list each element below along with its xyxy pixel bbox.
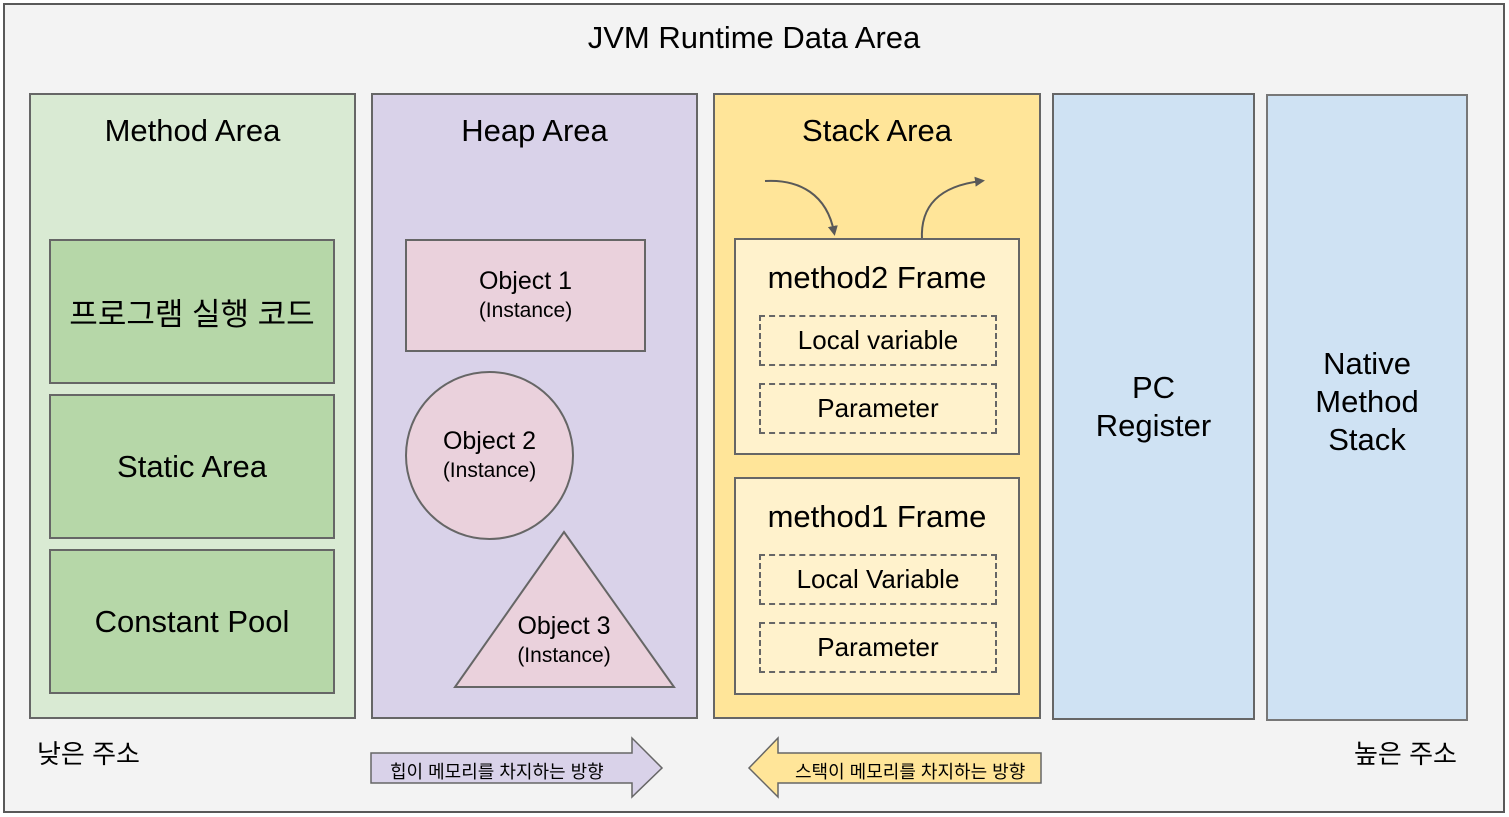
low-address-label: 낮은 주소: [37, 739, 140, 769]
method1-frame-title: method1 Frame: [767, 499, 987, 534]
object-1-rectangle: Object 1 (Instance): [405, 239, 646, 352]
object-2-sub: (Instance): [442, 458, 537, 482]
native-label-1: Native: [1323, 345, 1411, 381]
high-address-label: 높은 주소: [1354, 739, 1457, 769]
object-3-sub: (Instance): [517, 644, 611, 667]
native-method-stack: Native Method Stack: [1266, 94, 1468, 721]
method1-parameter-label: Parameter: [817, 632, 939, 662]
method1-local-variable: Local Variable: [759, 554, 997, 605]
heap-direction-label: 힙이 메모리를 차지하는 방향: [390, 762, 604, 782]
stack-direction-label: 스택이 메모리를 차지하는 방향: [795, 762, 1026, 782]
method1-frame: method1 Frame Local Variable Parameter: [734, 477, 1020, 695]
method2-parameter: Parameter: [759, 383, 997, 434]
method2-frame-title: method2 Frame: [767, 260, 987, 295]
diagram-title: JVM Runtime Data Area: [587, 20, 921, 55]
method2-local-variable-label: Local variable: [797, 325, 959, 355]
program-code-box: 프로그램 실행 코드: [49, 239, 335, 384]
static-area-box: Static Area: [49, 394, 335, 539]
stack-area-title: Stack Area: [802, 113, 952, 148]
push-arrow-icon: [764, 179, 838, 236]
method2-local-variable: Local variable: [759, 315, 997, 366]
constant-pool-box: Constant Pool: [49, 549, 335, 694]
method-area-title: Method Area: [104, 113, 281, 148]
push-pop-arrows: [764, 176, 985, 241]
object-3-label: Object 3: [517, 612, 611, 640]
object-2-circle: Object 2 (Instance): [405, 371, 574, 540]
method1-parameter: Parameter: [759, 622, 997, 673]
native-label-2: Method: [1315, 383, 1419, 419]
object-1-sub: (Instance): [478, 298, 573, 322]
pc-register: PC Register: [1052, 93, 1255, 720]
program-code-label: 프로그램 실행 코드: [69, 297, 315, 332]
constant-pool-label: Constant Pool: [94, 603, 290, 639]
static-area-label: Static Area: [117, 448, 267, 484]
object-3-text: Object 3 (Instance): [464, 612, 664, 670]
pc-register-label-2: Register: [1095, 407, 1212, 443]
pop-arrow-icon: [920, 176, 985, 241]
method2-parameter-label: Parameter: [817, 393, 939, 423]
method2-frame: method2 Frame Local variable Parameter: [734, 238, 1020, 455]
native-label-3: Stack: [1328, 421, 1406, 457]
object-2-label: Object 2: [442, 426, 537, 455]
pc-register-label-1: PC: [1131, 369, 1176, 405]
method1-local-variable-label: Local Variable: [796, 564, 960, 594]
heap-area-title: Heap Area: [461, 113, 608, 148]
object-1-label: Object 1: [478, 266, 573, 295]
